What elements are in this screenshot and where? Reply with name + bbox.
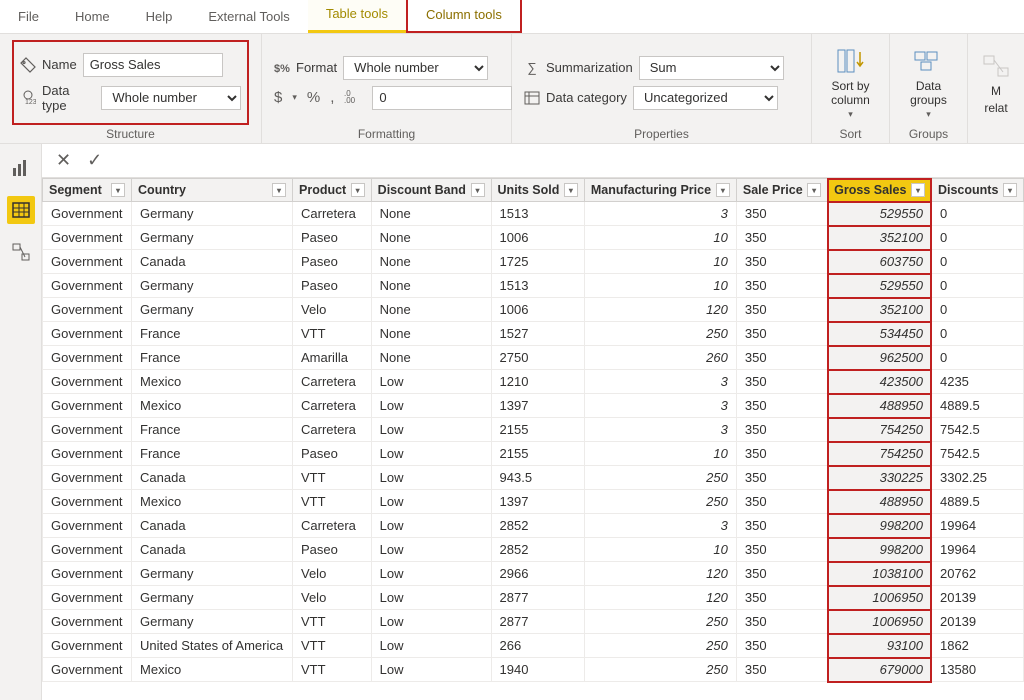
summarization-select[interactable]: Sum [639, 56, 784, 80]
table-row[interactable]: Government Canada VTT Low 943.5 250 350 … [43, 466, 1024, 490]
filter-icon[interactable]: ▾ [807, 183, 821, 197]
name-label: Name [42, 57, 77, 72]
table-row[interactable]: Government Germany Velo Low 2966 120 350… [43, 562, 1024, 586]
column-header[interactable]: Sale Price▾ [736, 179, 827, 202]
ribbon-tabs: File Home Help External Tools Table tool… [0, 0, 1024, 34]
column-header[interactable]: Product▾ [293, 179, 372, 202]
table-row[interactable]: Government Mexico Carretera Low 1397 3 3… [43, 394, 1024, 418]
category-label: Data category [546, 90, 627, 105]
thousands-button[interactable]: , [330, 89, 334, 106]
datatype-icon: 123 [20, 90, 36, 106]
column-header[interactable]: Country▾ [132, 179, 293, 202]
format-icon: $% [274, 60, 290, 76]
tag-icon [20, 57, 36, 73]
filter-icon[interactable]: ▾ [716, 183, 730, 197]
report-view-button[interactable] [7, 154, 35, 182]
main: ✕ ✓ Segment▾Country▾Product▾Discount Ban… [0, 144, 1024, 700]
data-groups-button[interactable]: Data groups▾ [902, 41, 955, 125]
table-row[interactable]: Government Mexico Carretera Low 1210 3 3… [43, 370, 1024, 394]
category-select[interactable]: Uncategorized [633, 86, 778, 110]
filter-icon[interactable]: ▾ [272, 183, 286, 197]
sort-label: Sort by column [831, 79, 870, 108]
data-table: Segment▾Country▾Product▾Discount Band▾Un… [42, 178, 1024, 682]
column-header[interactable]: Discounts▾ [931, 179, 1023, 202]
sort-icon [835, 45, 867, 77]
format-select[interactable]: Whole number [343, 56, 488, 80]
view-sidebar [0, 144, 42, 700]
model-view-button[interactable] [7, 238, 35, 266]
svg-text:.00: .00 [344, 96, 356, 104]
tab-file[interactable]: File [0, 1, 57, 33]
datatype-label: Data type [42, 83, 95, 113]
formatting-group-label: Formatting [274, 125, 499, 141]
sort-by-column-button[interactable]: Sort by column▾ [823, 41, 878, 125]
datatype-select[interactable]: Whole number [101, 86, 241, 110]
name-input[interactable] [83, 53, 223, 77]
svg-text:$%: $% [274, 63, 290, 75]
filter-icon[interactable]: ▾ [1003, 183, 1017, 197]
table-row[interactable]: Government France Amarilla None 2750 260… [43, 346, 1024, 370]
format-label: Format [296, 60, 337, 75]
filter-icon[interactable]: ▾ [471, 183, 485, 197]
filter-icon[interactable]: ▾ [564, 183, 578, 197]
rel-label-1: M [991, 84, 1001, 98]
groups-icon [912, 45, 944, 77]
tab-external-tools[interactable]: External Tools [190, 1, 307, 33]
svg-text:123: 123 [25, 99, 36, 106]
commit-formula-button[interactable]: ✓ [87, 150, 102, 171]
column-header[interactable]: Units Sold▾ [491, 179, 584, 202]
table-row[interactable]: Government France Carretera Low 2155 3 3… [43, 418, 1024, 442]
table-row[interactable]: Government Germany Velo None 1006 120 35… [43, 298, 1024, 322]
column-header[interactable]: Manufacturing Price▾ [584, 179, 736, 202]
filter-icon[interactable]: ▾ [111, 183, 125, 197]
sigma-icon: ∑ [524, 60, 540, 76]
cancel-formula-button[interactable]: ✕ [56, 150, 71, 171]
table-row[interactable]: Government Germany Velo Low 2877 120 350… [43, 586, 1024, 610]
tab-help[interactable]: Help [128, 1, 191, 33]
category-icon [524, 90, 540, 106]
filter-icon[interactable]: ▾ [911, 183, 925, 197]
column-header[interactable]: Gross Sales▾ [828, 179, 932, 202]
decimals-icon: .0.00 [344, 88, 362, 108]
content: ✕ ✓ Segment▾Country▾Product▾Discount Ban… [42, 144, 1024, 700]
groups-label: Data groups [910, 79, 947, 108]
data-view-button[interactable] [7, 196, 35, 224]
filter-icon[interactable]: ▾ [351, 183, 365, 197]
table-row[interactable]: Government United States of America VTT … [43, 634, 1024, 658]
properties-group-label: Properties [524, 125, 799, 141]
currency-button[interactable]: $ [274, 89, 282, 106]
table-row[interactable]: Government France VTT None 1527 250 350 … [43, 322, 1024, 346]
relationships-button[interactable]: M relat [972, 46, 1020, 119]
summarization-label: Summarization [546, 60, 633, 75]
table-row[interactable]: Government Canada Paseo None 1725 10 350… [43, 250, 1024, 274]
table-row[interactable]: Government Germany VTT Low 2877 250 350 … [43, 610, 1024, 634]
relationships-icon [980, 50, 1012, 82]
formula-bar: ✕ ✓ [42, 144, 1024, 178]
table-row[interactable]: Government Germany Carretera None 1513 3… [43, 202, 1024, 226]
structure-group-label: Structure [12, 125, 249, 141]
percent-button[interactable]: % [307, 89, 320, 106]
rel-label-2: relat [984, 101, 1007, 115]
ribbon: Name 123 Data type Whole number Structur… [0, 34, 1024, 144]
column-header[interactable]: Discount Band▾ [371, 179, 491, 202]
table-row[interactable]: Government Mexico VTT Low 1397 250 350 4… [43, 490, 1024, 514]
data-grid[interactable]: Segment▾Country▾Product▾Discount Band▾Un… [42, 178, 1024, 700]
decimals-input[interactable] [372, 86, 512, 110]
tab-table-tools[interactable]: Table tools [308, 0, 406, 33]
table-row[interactable]: Government Canada Carretera Low 2852 3 3… [43, 514, 1024, 538]
table-row[interactable]: Government Mexico VTT Low 1940 250 350 6… [43, 658, 1024, 682]
table-row[interactable]: Government Germany Paseo None 1006 10 35… [43, 226, 1024, 250]
column-header[interactable]: Segment▾ [43, 179, 132, 202]
tab-column-tools[interactable]: Column tools [406, 0, 522, 33]
table-row[interactable]: Government Germany Paseo None 1513 10 35… [43, 274, 1024, 298]
sort-group-label: Sort [824, 125, 877, 141]
tab-home[interactable]: Home [57, 1, 128, 33]
table-row[interactable]: Government Canada Paseo Low 2852 10 350 … [43, 538, 1024, 562]
table-row[interactable]: Government France Paseo Low 2155 10 350 … [43, 442, 1024, 466]
groups-group-label: Groups [902, 125, 955, 141]
